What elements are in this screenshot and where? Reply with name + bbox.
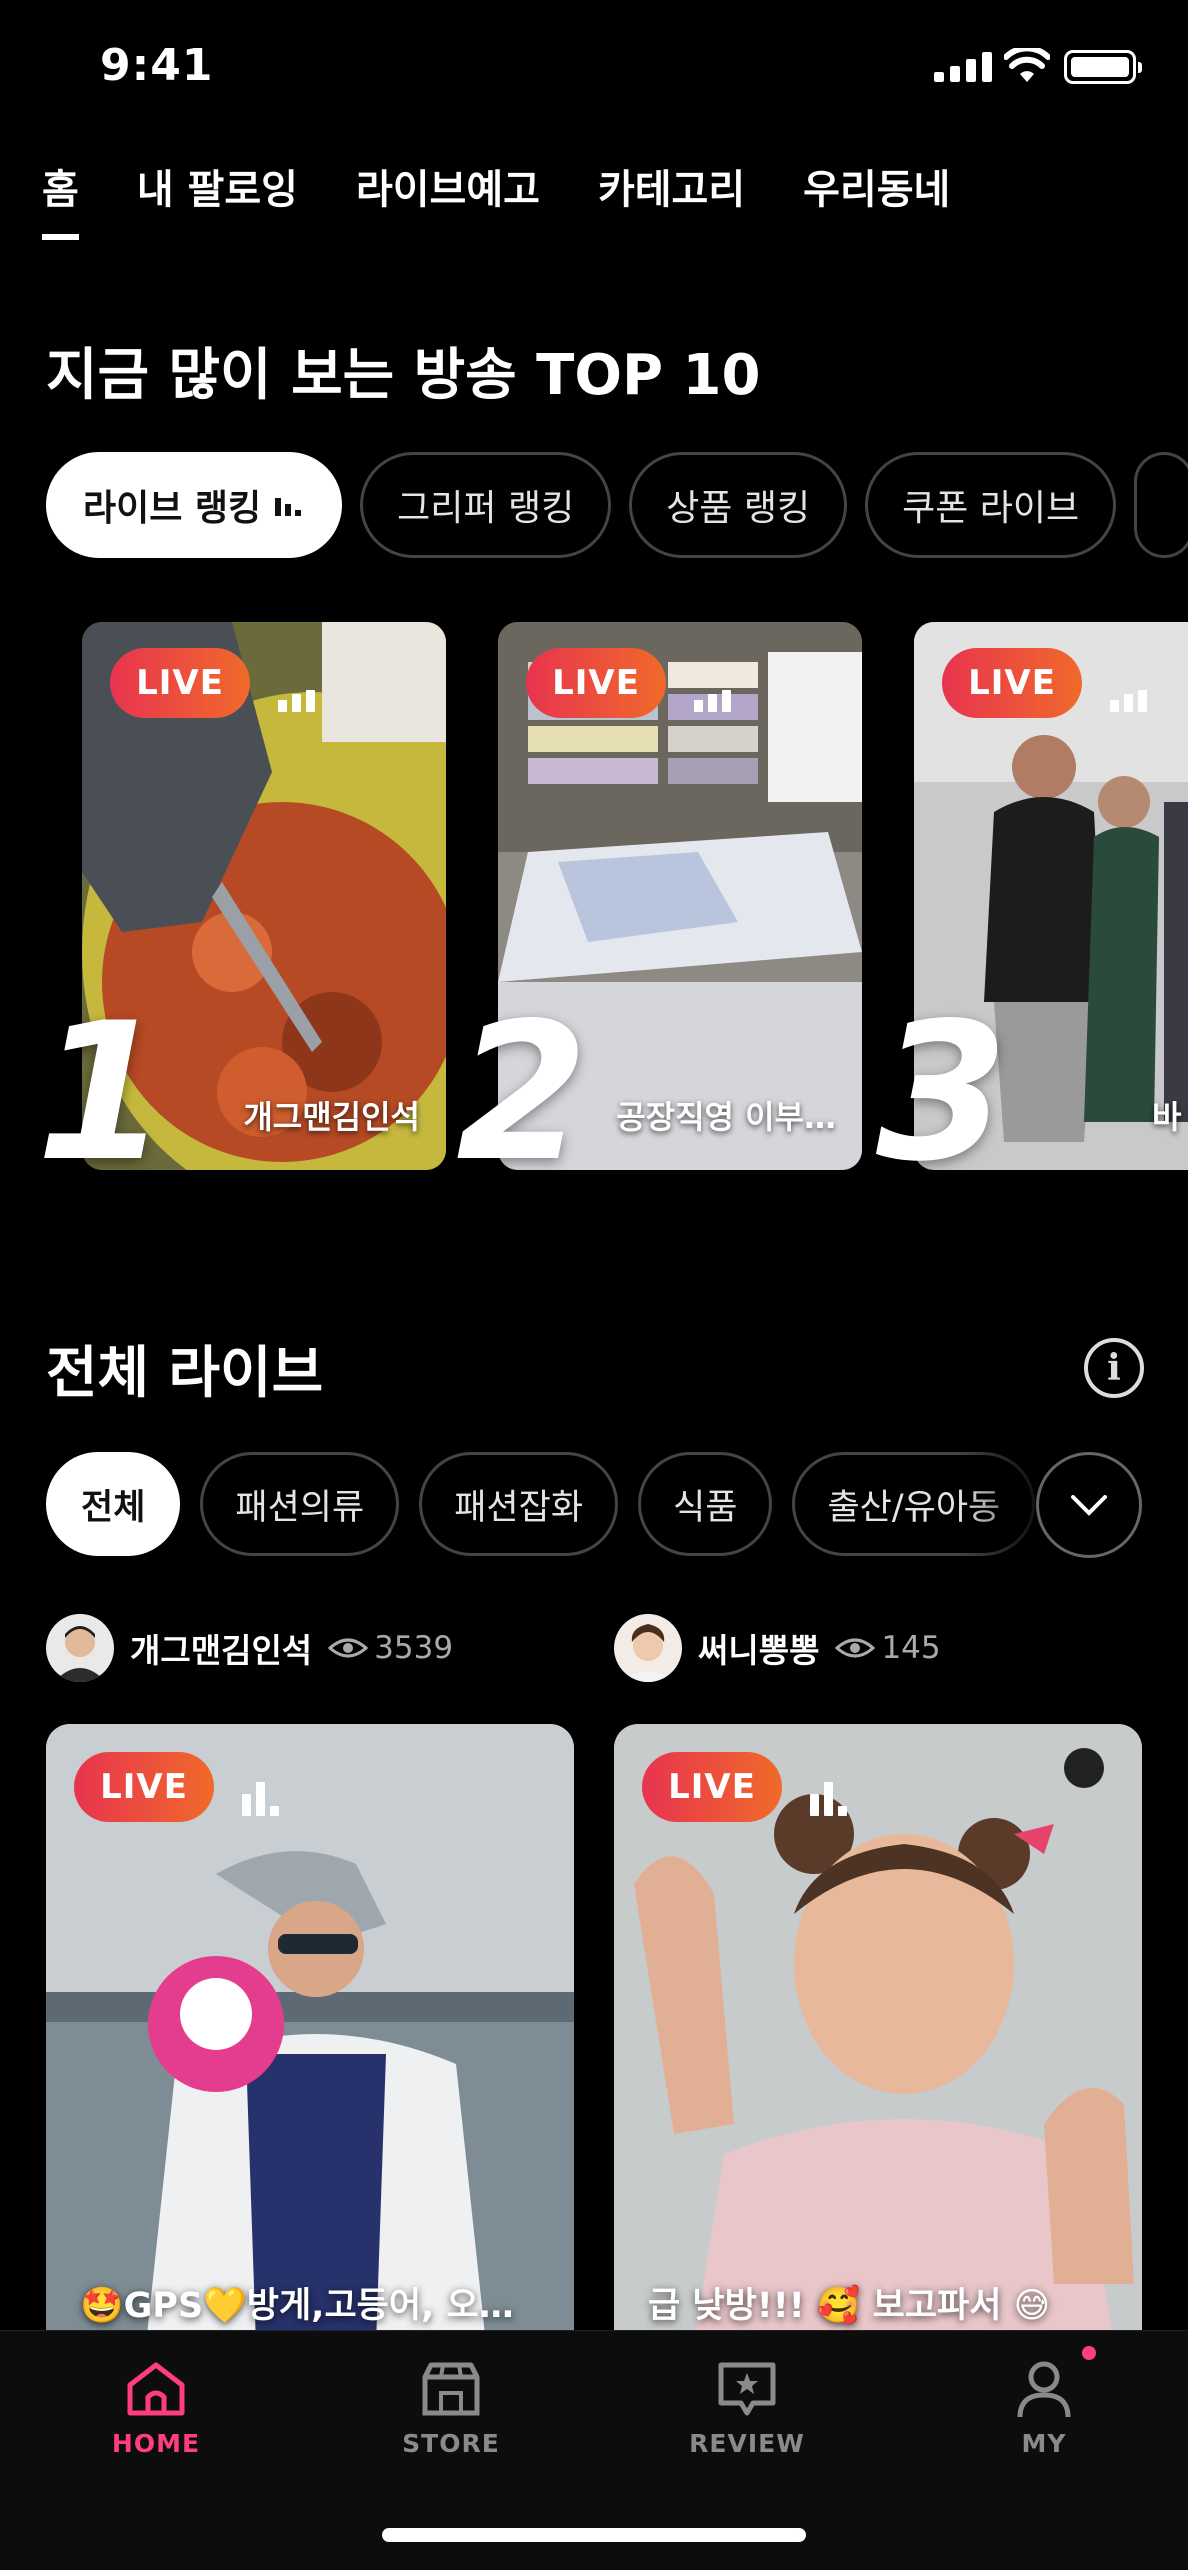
wifi-icon — [1004, 48, 1050, 82]
chip-product-ranking[interactable]: 상품 랭킹 — [629, 452, 848, 558]
tab-category[interactable]: 카테고리 — [598, 160, 745, 250]
equalizer-icon — [694, 684, 738, 712]
review-icon — [718, 2362, 776, 2416]
nav-label: STORE — [402, 2429, 500, 2458]
rank-card-name: 개그맨김인석 — [243, 1098, 420, 1136]
rank-number-2: 2 — [456, 982, 589, 1203]
nav-review[interactable]: REVIEW — [647, 2359, 847, 2458]
category-all[interactable]: 전체 — [46, 1452, 181, 1556]
host-info[interactable]: 개그맨김인석 3539 — [46, 1614, 453, 1682]
status-time: 9:41 — [100, 40, 214, 91]
eye-icon — [328, 1638, 369, 1658]
home-indicator — [382, 2528, 806, 2542]
expand-categories-button[interactable] — [1036, 1452, 1142, 1558]
ranking-title: 지금 많이 보는 방송 TOP 10 — [46, 343, 761, 408]
live-badge: LIVE — [642, 1752, 782, 1822]
live-stream-card[interactable]: LIVE 급 낮방!!! 🥰 보고파서 😅 — [614, 1724, 1142, 2344]
live-badge: LIVE — [526, 648, 666, 718]
nav-label: REVIEW — [689, 2429, 805, 2458]
equalizer-icon — [1110, 684, 1154, 712]
stream-caption: 급 낮방!!! 🥰 보고파서 😅 — [648, 2286, 1051, 2326]
battery-icon — [1064, 50, 1142, 84]
category-food[interactable]: 식품 — [638, 1452, 773, 1556]
rank-card-name: 공장직영 이부… — [616, 1098, 836, 1136]
nav-my[interactable]: MY — [944, 2359, 1144, 2458]
viewer-count: 145 — [881, 1630, 941, 1666]
avatar — [46, 1614, 114, 1682]
stream-caption: 🤩GPS💛방게,고등어, 오… — [80, 2286, 514, 2326]
rank-number-1: 1 — [36, 982, 169, 1203]
live-badge: LIVE — [942, 648, 1082, 718]
chip-gripper-ranking[interactable]: 그리퍼 랭킹 — [360, 452, 612, 558]
live-badge: LIVE — [74, 1752, 214, 1822]
avatar — [614, 1614, 682, 1682]
ranking-chips: 라이브 랭킹 그리퍼 랭킹 상품 랭킹 쿠폰 라이브 — [46, 452, 1188, 558]
home-icon — [127, 2362, 185, 2416]
host-info[interactable]: 써니뽕뽕 145 — [614, 1614, 941, 1682]
all-live-title: 전체 라이브 — [46, 1341, 324, 1406]
chip-label: 라이브 랭킹 — [83, 488, 262, 529]
tab-neighborhood[interactable]: 우리동네 — [803, 160, 950, 250]
category-fashion-clothing[interactable]: 패션의류 — [200, 1452, 400, 1556]
chip-live-ranking[interactable]: 라이브 랭킹 — [46, 452, 343, 558]
equalizer-icon — [275, 494, 305, 516]
nav-label: MY — [1021, 2429, 1067, 2458]
category-fashion-goods[interactable]: 패션잡화 — [419, 1452, 619, 1556]
equalizer-icon — [278, 684, 322, 712]
chip-coupon-live[interactable]: 쿠폰 라이브 — [865, 452, 1117, 558]
chip-more[interactable] — [1134, 452, 1188, 558]
top-tabs: 홈 내 팔로잉 라이브예고 카테고리 우리동네 — [42, 160, 950, 260]
live-stream-card[interactable]: LIVE 🤩GPS💛방게,고등어, 오… — [46, 1724, 574, 2344]
live-badge: LIVE — [110, 648, 250, 718]
rank-card-name: 바 — [1152, 1098, 1182, 1136]
nav-home[interactable]: HOME — [56, 2359, 256, 2458]
tab-home[interactable]: 홈 — [42, 160, 79, 250]
notification-dot — [1082, 2346, 1096, 2360]
eye-icon — [835, 1638, 876, 1658]
nav-label: HOME — [111, 2429, 201, 2458]
status-bar: 9:41 — [0, 0, 1188, 140]
category-chips: 전체 패션의류 패션잡화 식품 출산/유아동 — [46, 1452, 1036, 1556]
info-icon[interactable]: i — [1084, 1338, 1144, 1398]
nav-store[interactable]: STORE — [351, 2359, 551, 2458]
signal-icon — [934, 52, 992, 82]
person-icon — [1017, 2361, 1071, 2418]
store-icon — [422, 2362, 480, 2416]
viewer-count: 3539 — [374, 1630, 454, 1666]
host-name: 써니뽕뽕 — [698, 1631, 820, 1670]
host-name: 개그맨김인석 — [130, 1631, 313, 1670]
tab-live-preview[interactable]: 라이브예고 — [356, 160, 540, 250]
tab-following[interactable]: 내 팔로잉 — [137, 160, 298, 250]
equalizer-icon — [242, 1782, 286, 1816]
rank-number-3: 3 — [876, 982, 1009, 1203]
equalizer-icon — [810, 1782, 854, 1816]
chevron-down-icon — [1071, 1495, 1107, 1516]
